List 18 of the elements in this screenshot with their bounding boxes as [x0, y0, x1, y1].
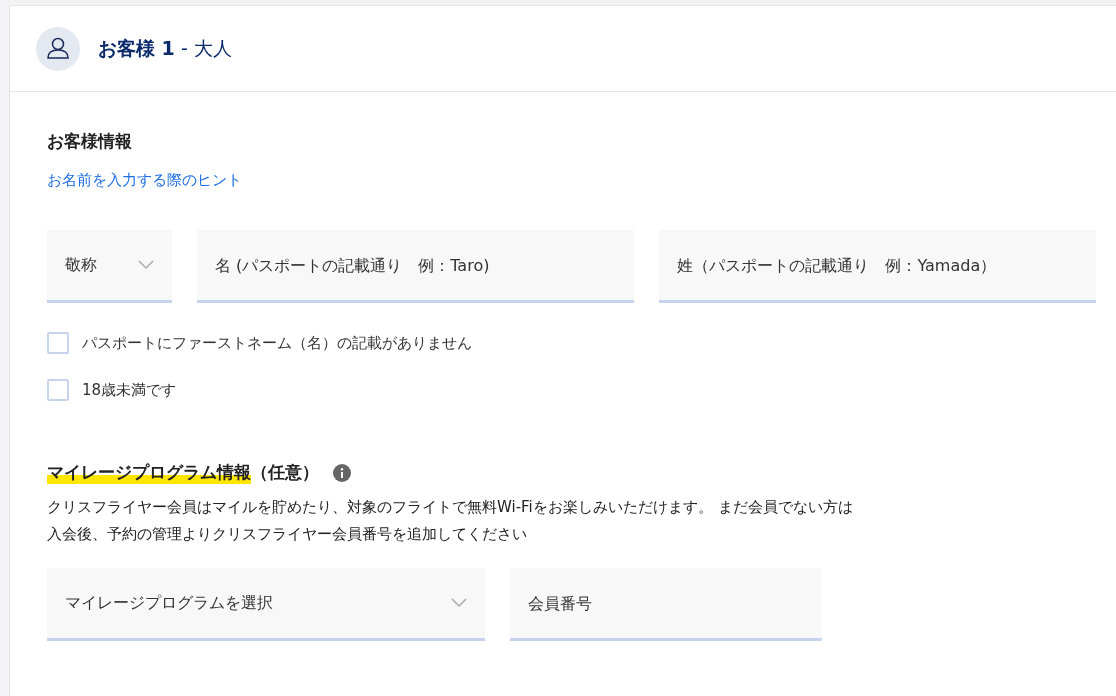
- section-heading: お客様情報: [47, 130, 133, 153]
- dropdown[interactable]: 敬称: [47, 230, 172, 303]
- user-avatar-icon: [36, 26, 80, 71]
- checkbox[interactable]: [47, 379, 69, 401]
- chevron-down-icon: [451, 598, 467, 608]
- input-field[interactable]: 会員番号: [510, 568, 822, 641]
- checkbox-label: パスポートにファーストネーム（名）の記載がありません: [82, 333, 472, 353]
- description: クリスフライヤー会員はマイルを貯めたり、対象のフライトで無料Wi-Fiをお楽しみいただけます。 まだ会員でない方は 入会後、予約の管理よりクリスフライヤー会員番号を追加してください: [47, 497, 854, 545]
- optional-note: （任意）: [251, 461, 319, 484]
- info-icon[interactable]: [333, 463, 351, 482]
- hint-link[interactable]: お名前を入力する際のヒント: [47, 171, 242, 190]
- input-field[interactable]: 名 (パスポートの記載通り 例：Taro): [196, 230, 635, 303]
- input-field[interactable]: 姓（パスポートの記載通り 例：Yamada）: [659, 230, 1096, 303]
- passenger-title: お客様 1 - 大人: [98, 35, 232, 61]
- checkbox-label: 18歳未満です: [82, 380, 177, 400]
- chevron-down-icon: [137, 260, 154, 270]
- checkbox[interactable]: [47, 332, 69, 354]
- dropdown[interactable]: マイレージプログラムを選択: [47, 568, 485, 641]
